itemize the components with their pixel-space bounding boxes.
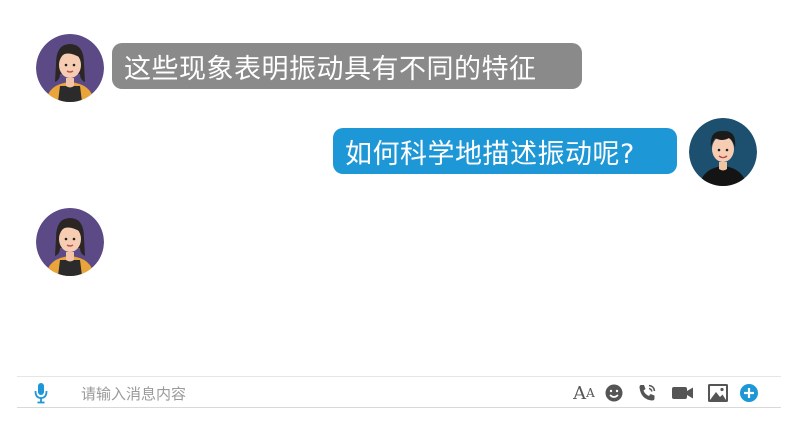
phone-call-icon[interactable] (635, 381, 659, 405)
message-input-bar: 请输入消息内容 AA (17, 376, 781, 408)
image-icon[interactable] (706, 381, 730, 405)
female-avatar-icon (36, 34, 104, 102)
add-icon[interactable] (737, 381, 761, 405)
female-avatar[interactable] (36, 208, 104, 276)
emoji-icon[interactable] (602, 381, 626, 405)
message-text: 这些现象表明振动具有不同的特征 (124, 53, 537, 85)
message-bubble-received[interactable]: 这些现象表明振动具有不同的特征 (112, 43, 582, 89)
message-text: 如何科学地描述振动呢? (345, 138, 635, 170)
video-call-icon[interactable] (671, 381, 695, 405)
female-avatar-icon (36, 208, 104, 276)
message-input[interactable]: 请输入消息内容 (81, 383, 186, 404)
font-glyph-small: A (586, 386, 595, 400)
message-bubble-sent[interactable]: 如何科学地描述振动呢? (333, 128, 677, 174)
font-size-icon[interactable]: AA (572, 381, 596, 405)
female-avatar[interactable] (36, 34, 104, 102)
font-glyph-large: A (573, 382, 587, 404)
microphone-icon[interactable] (34, 382, 48, 408)
male-avatar-icon (689, 118, 757, 186)
male-avatar[interactable] (689, 118, 757, 186)
